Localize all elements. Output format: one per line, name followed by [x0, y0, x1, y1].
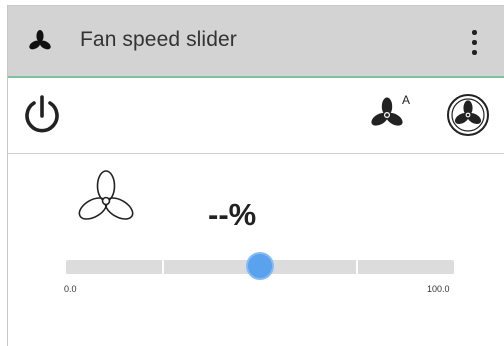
fan-icon: [29, 30, 51, 50]
card-title: Fan speed slider: [80, 28, 237, 51]
slider-max-label: 100.0: [427, 284, 450, 294]
slider-tick: [356, 260, 358, 274]
fan-auto-badge: A: [402, 93, 410, 107]
menu-dot: [472, 40, 477, 45]
fan-speed-percent: --%: [208, 197, 257, 232]
control-toolbar: A: [8, 78, 504, 154]
fan-circle-icon[interactable]: [445, 92, 491, 138]
fan-card: Fan speed slider A --% 0.0 100.0: [7, 5, 504, 346]
slider-panel: --% 0.0 100.0: [8, 155, 504, 346]
menu-dot: [472, 30, 477, 35]
more-menu-button[interactable]: [464, 22, 484, 62]
fan-speed-slider[interactable]: [66, 251, 454, 283]
fan-outline-icon: [78, 170, 134, 220]
power-icon[interactable]: [22, 92, 62, 136]
slider-min-label: 0.0: [64, 284, 77, 294]
card-header: Fan speed slider: [8, 6, 504, 78]
fan-auto-icon[interactable]: A: [369, 91, 415, 133]
slider-tick: [162, 260, 164, 274]
menu-dot: [472, 50, 477, 55]
slider-thumb[interactable]: [246, 252, 274, 280]
